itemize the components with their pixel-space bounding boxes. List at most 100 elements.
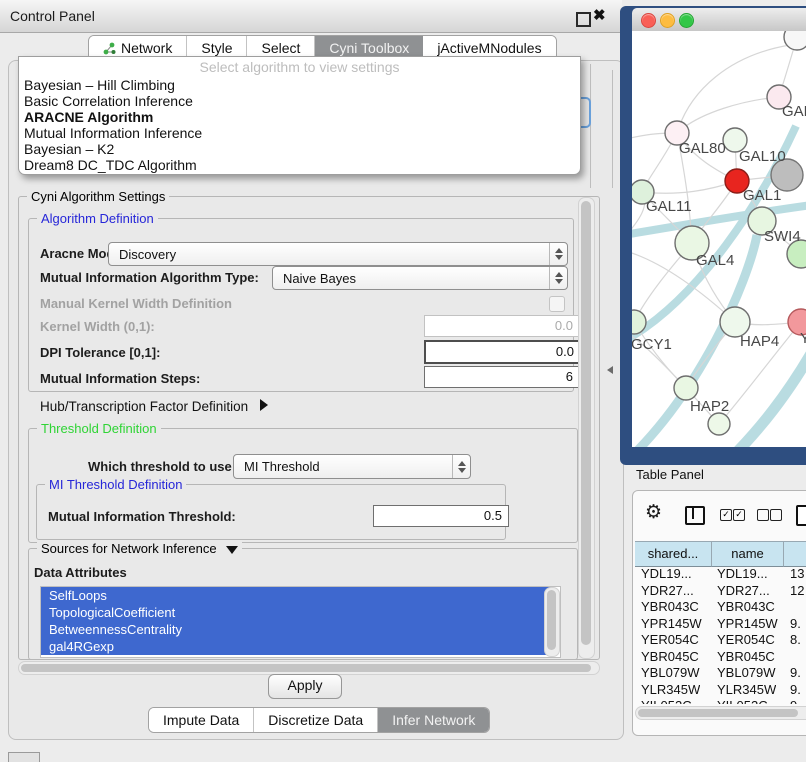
tab-discretize-data-label: Discretize Data <box>268 712 363 728</box>
dpi-tolerance-label: DPI Tolerance [0,1]: <box>40 345 160 360</box>
attributes-scrollbar-thumb[interactable] <box>547 590 556 650</box>
mi-threshold-field[interactable]: 0.5 <box>373 505 509 527</box>
column-header-cut[interactable] <box>784 541 806 567</box>
column-header-shared[interactable]: shared... <box>635 541 712 567</box>
dropdown-prompt: Select algorithm to view settings <box>19 57 580 77</box>
tab-impute-data-label: Impute Data <box>163 712 239 728</box>
network-node-label: Y <box>800 330 806 347</box>
network-tab-icon <box>103 42 116 55</box>
network-node-label: HAP4 <box>740 333 779 350</box>
threshold-definition-title: Threshold Definition <box>37 421 161 436</box>
network-node-label: GAL10 <box>739 148 786 165</box>
expand-arrow-icon <box>260 399 268 411</box>
hub-definition-label: Hub/Transcription Factor Definition <box>40 399 248 414</box>
dropdown-item[interactable]: Bayesian – Hill Climbing <box>19 77 580 93</box>
network-node-label: GAL1 <box>743 187 781 204</box>
algorithm-dropdown-popup: Select algorithm to view settings Bayesi… <box>18 56 581 175</box>
mi-threshold-group-title: MI Threshold Definition <box>45 477 186 492</box>
stepper-icon <box>549 243 567 265</box>
dropdown-item[interactable]: Mutual Information Inference <box>19 125 580 141</box>
network-graph[interactable]: GALGAL80GAL10GAL1GAL11SWI4GAL4GCY1HAP4YH… <box>632 31 806 447</box>
network-node-label: GAL11 <box>646 198 692 215</box>
attribute-item-selected[interactable]: gal4RGexp <box>41 638 552 655</box>
table-hscrollbar-thumb[interactable] <box>638 709 798 717</box>
network-node[interactable] <box>784 31 806 50</box>
tab-discretize-data[interactable]: Discretize Data <box>254 708 378 732</box>
panel-splitter-grip[interactable] <box>607 366 613 374</box>
collapsed-panel-icon[interactable] <box>8 752 40 762</box>
tab-impute-data[interactable]: Impute Data <box>149 708 254 732</box>
float-window-icon[interactable] <box>576 12 591 27</box>
mi-steps-label: Mutual Information Steps: <box>40 371 200 386</box>
deselect-all-icon[interactable] <box>770 509 782 521</box>
dropdown-item-aracne[interactable]: ARACNE Algorithm <box>19 109 580 125</box>
settings-scrollbar-thumb[interactable] <box>581 201 591 645</box>
mi-threshold-label: Mutual Information Threshold: <box>48 509 236 524</box>
attribute-item-selected[interactable]: SelfLoops <box>41 587 552 604</box>
stepper-icon <box>549 267 567 289</box>
settings-hscrollbar-thumb[interactable] <box>21 664 591 672</box>
attributes-scrollbar[interactable] <box>544 587 560 657</box>
tab-cyni-toolbox-label: Cyni Toolbox <box>329 40 409 56</box>
network-node-label: GAL <box>782 103 806 120</box>
select-all-checks-icon[interactable]: ✓ <box>733 509 745 521</box>
hidden-groupbox-edge <box>590 64 591 188</box>
network-node[interactable] <box>708 413 730 435</box>
tab-select-label: Select <box>261 40 300 56</box>
mi-steps-field[interactable]: 6 <box>424 366 580 388</box>
kernel-width-field[interactable]: 0.0 <box>424 315 580 337</box>
close-traffic-light[interactable] <box>641 13 656 28</box>
dropdown-item[interactable]: Basic Correlation Inference <box>19 93 580 109</box>
screenshot-root: Control Panel ✖ Network Style Select Cyn… <box>0 0 806 762</box>
table-panel: ⚙ ✓ ✓ shared... name YDL19...YDL19...13 … <box>632 490 806 736</box>
network-window-titlebar[interactable] <box>632 8 806 32</box>
data-attributes-label: Data Attributes <box>34 565 127 580</box>
manual-kernel-checkbox[interactable] <box>549 296 565 312</box>
table-hscrollbar[interactable] <box>635 706 806 720</box>
dropdown-item[interactable]: Dream8 DC_TDC Algorithm <box>19 157 580 173</box>
tab-network-label: Network <box>121 40 172 56</box>
table-panel-title: Table Panel <box>636 467 704 482</box>
new-table-icon[interactable] <box>796 505 806 526</box>
settings-hscrollbar[interactable] <box>18 661 600 675</box>
select-all-checks-icon[interactable]: ✓ <box>720 509 732 521</box>
apply-button[interactable]: Apply <box>268 674 342 699</box>
cyni-settings-title: Cyni Algorithm Settings <box>27 189 169 204</box>
tab-infer-network[interactable]: Infer Network <box>378 708 489 732</box>
dpi-tolerance-field[interactable]: 0.0 <box>424 340 582 364</box>
which-threshold-select[interactable]: MI Threshold <box>233 454 471 479</box>
attribute-item-selected[interactable]: TopologicalCoefficient <box>41 604 552 621</box>
hub-definition-toggle[interactable]: Hub/Transcription Factor Definition <box>40 399 268 414</box>
hidden-groupbox-edge-2 <box>612 70 613 188</box>
aracne-mode-value: Discovery <box>109 247 549 262</box>
network-edge-thick <box>737 352 806 447</box>
mi-type-label: Mutual Information Algorithm Type: <box>40 270 259 285</box>
zoom-traffic-light[interactable] <box>679 13 694 28</box>
stepper-icon <box>452 455 470 478</box>
data-attributes-list[interactable]: SelfLoops TopologicalCoefficient Between… <box>40 586 561 658</box>
minimize-traffic-light[interactable] <box>660 13 675 28</box>
settings-scrollbar[interactable] <box>578 197 595 659</box>
column-header-name[interactable]: name <box>712 541 784 567</box>
columns-icon[interactable] <box>685 506 705 525</box>
network-view-canvas[interactable]: GALGAL80GAL10GAL1GAL11SWI4GAL4GCY1HAP4YH… <box>632 31 806 447</box>
gear-icon[interactable]: ⚙ <box>645 501 662 523</box>
dropdown-item[interactable]: Bayesian – K2 <box>19 141 580 157</box>
mi-type-value: Naive Bayes <box>273 271 549 286</box>
tab-jactivemnodules-label: jActiveMNodules <box>437 40 541 56</box>
aracne-mode-select[interactable]: Discovery <box>108 242 568 266</box>
which-threshold-label: Which threshold to use: <box>88 459 236 474</box>
network-node-label: HAP2 <box>690 398 729 415</box>
mi-type-select[interactable]: Naive Bayes <box>272 266 568 290</box>
attribute-item-selected[interactable]: BetweennessCentrality <box>41 621 552 638</box>
tab-style-label: Style <box>201 40 232 56</box>
close-icon[interactable]: ✖ <box>593 6 606 24</box>
manual-kernel-label: Manual Kernel Width Definition <box>40 296 232 311</box>
deselect-all-icon[interactable] <box>757 509 769 521</box>
algorithm-definition-title: Algorithm Definition <box>37 211 158 226</box>
sources-title[interactable]: Sources for Network Inference <box>37 541 242 556</box>
network-node-label: GAL4 <box>696 252 734 269</box>
network-node-label: GAL80 <box>679 140 726 157</box>
network-node[interactable] <box>674 376 698 400</box>
sources-title-label: Sources for Network Inference <box>41 541 217 556</box>
